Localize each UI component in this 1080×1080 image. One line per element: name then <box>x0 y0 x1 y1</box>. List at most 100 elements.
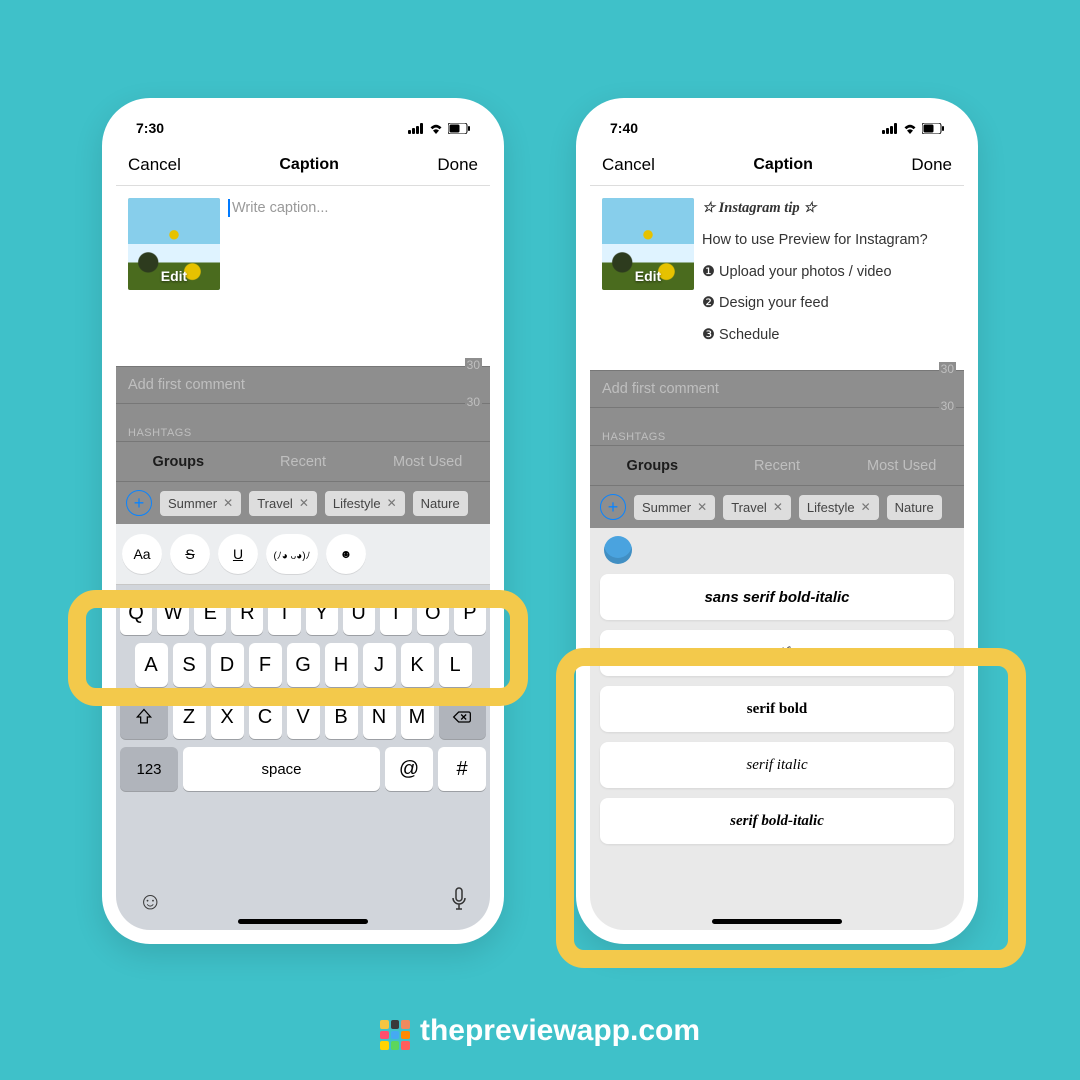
caption-step-3: ❸ Schedule <box>702 325 952 347</box>
add-tag-button[interactable]: + <box>600 494 626 520</box>
comment-char-count: 30 <box>939 399 956 413</box>
first-comment-placeholder: Add first comment <box>602 381 719 397</box>
cancel-button[interactable]: Cancel <box>128 155 181 175</box>
close-icon[interactable]: ✕ <box>861 500 871 514</box>
tab-groups[interactable]: Groups <box>590 458 715 474</box>
key-i[interactable]: I <box>380 591 412 635</box>
key-w[interactable]: W <box>157 591 189 635</box>
key-t[interactable]: T <box>268 591 300 635</box>
key-u[interactable]: U <box>343 591 375 635</box>
dictation-icon[interactable] <box>450 887 468 916</box>
key-d[interactable]: D <box>211 643 244 687</box>
status-bar: 7:40 <box>590 112 964 144</box>
nav-bar: Cancel Caption Done <box>590 144 964 186</box>
shift-key[interactable] <box>120 695 168 739</box>
tab-recent[interactable]: Recent <box>241 454 366 470</box>
status-time: 7:40 <box>610 120 638 136</box>
key-g[interactable]: G <box>287 643 320 687</box>
hash-key[interactable]: # <box>438 747 486 791</box>
font-option-fo-serif-b[interactable]: serif bold <box>600 686 954 732</box>
tab-groups[interactable]: Groups <box>116 454 241 470</box>
emoji-button[interactable]: ☻ <box>326 534 366 574</box>
close-icon[interactable]: ✕ <box>697 500 707 514</box>
thumb-edit-label: Edit <box>128 268 220 284</box>
key-o[interactable]: O <box>417 591 449 635</box>
caption-input[interactable]: ☆ Instagram tip ☆ How to use Preview for… <box>702 198 952 358</box>
tab-most-used[interactable]: Most Used <box>365 454 490 470</box>
font-option-fo-serif[interactable]: serif <box>600 630 954 676</box>
key-p[interactable]: P <box>454 591 486 635</box>
close-icon[interactable]: ✕ <box>299 496 309 510</box>
first-comment-placeholder: Add first comment <box>128 377 245 393</box>
key-e[interactable]: E <box>194 591 226 635</box>
key-x[interactable]: X <box>211 695 244 739</box>
phone-right: 7:40 Cancel Caption Done Edit ☆ Instagra… <box>576 98 978 944</box>
font-option-fo-sans-bi[interactable]: sans serif bold-italic <box>600 574 954 620</box>
tag-summer[interactable]: Summer✕ <box>160 491 241 516</box>
close-icon[interactable]: ✕ <box>387 496 397 510</box>
key-k[interactable]: K <box>401 643 434 687</box>
tag-lifestyle[interactable]: Lifestyle✕ <box>325 491 405 516</box>
underline-button[interactable]: U <box>218 534 258 574</box>
key-v[interactable]: V <box>287 695 320 739</box>
caption-placeholder: Write caption... <box>232 200 328 216</box>
key-s[interactable]: S <box>173 643 206 687</box>
at-key[interactable]: @ <box>385 747 433 791</box>
key-a[interactable]: A <box>135 643 168 687</box>
tab-most-used[interactable]: Most Used <box>839 458 964 474</box>
tab-recent[interactable]: Recent <box>715 458 840 474</box>
post-thumbnail[interactable]: Edit <box>602 198 694 290</box>
battery-icon <box>448 123 470 134</box>
key-j[interactable]: J <box>363 643 396 687</box>
tags-row: + Summer✕ Travel✕ Lifestyle✕ Nature <box>116 481 490 524</box>
signal-icon <box>882 123 898 134</box>
kaomoji-button[interactable]: (ﾉ◕ ᴗ◕)ﾉ <box>266 534 318 574</box>
hashtag-tabs: Groups Recent Most Used <box>590 445 964 485</box>
key-y[interactable]: Y <box>306 591 338 635</box>
key-c[interactable]: C <box>249 695 282 739</box>
close-icon[interactable]: ✕ <box>223 496 233 510</box>
tag-summer[interactable]: Summer✕ <box>634 495 715 520</box>
tag-nature[interactable]: Nature <box>887 495 942 520</box>
font-style-button[interactable]: Aa <box>122 534 162 574</box>
strikethrough-button[interactable]: S <box>170 534 210 574</box>
cancel-button[interactable]: Cancel <box>602 155 655 175</box>
footer: thepreviewapp.com <box>0 1014 1080 1048</box>
tag-lifestyle[interactable]: Lifestyle✕ <box>799 495 879 520</box>
caption-input[interactable]: Write caption... <box>228 198 478 354</box>
hashtag-tabs: Groups Recent Most Used <box>116 441 490 481</box>
key-m[interactable]: M <box>401 695 434 739</box>
keyboard-area: Aa S U (ﾉ◕ ᴗ◕)ﾉ ☻ QWERTYUIOP ASDFGHJKL Z… <box>116 524 490 930</box>
preview-logo-icon <box>380 1020 410 1050</box>
key-n[interactable]: N <box>363 695 396 739</box>
key-l[interactable]: L <box>439 643 472 687</box>
caption-question: How to use Preview for Instagram? <box>702 230 952 252</box>
keyboard[interactable]: QWERTYUIOP ASDFGHJKL ZXCVBNM 123 space @… <box>116 585 490 879</box>
key-r[interactable]: R <box>231 591 263 635</box>
first-comment-input[interactable]: 30 Add first comment <box>116 366 490 403</box>
font-picker: sans serif bold-italic serif serif bold ser… <box>590 528 964 930</box>
close-icon[interactable]: ✕ <box>773 500 783 514</box>
numbers-key[interactable]: 123 <box>120 747 178 791</box>
tag-nature[interactable]: Nature <box>413 491 468 516</box>
first-comment-input[interactable]: 30 Add first comment <box>590 370 964 407</box>
post-thumbnail[interactable]: Edit <box>128 198 220 290</box>
key-q[interactable]: Q <box>120 591 152 635</box>
font-option-fo-serif-bi[interactable]: serif bold-italic <box>600 798 954 844</box>
space-key[interactable]: space <box>183 747 380 791</box>
key-z[interactable]: Z <box>173 695 206 739</box>
home-indicator <box>712 919 842 924</box>
tag-travel[interactable]: Travel✕ <box>723 495 791 520</box>
gray-spacer: 30 <box>590 407 964 425</box>
font-option-fo-serif-i[interactable]: serif italic <box>600 742 954 788</box>
add-tag-button[interactable]: + <box>126 490 152 516</box>
done-button[interactable]: Done <box>911 155 952 175</box>
emoji-keyboard-icon[interactable]: ☺ <box>138 888 163 916</box>
done-button[interactable]: Done <box>437 155 478 175</box>
signal-icon <box>408 123 424 134</box>
key-f[interactable]: F <box>249 643 282 687</box>
backspace-key[interactable] <box>439 695 487 739</box>
key-b[interactable]: B <box>325 695 358 739</box>
key-h[interactable]: H <box>325 643 358 687</box>
tag-travel[interactable]: Travel✕ <box>249 491 317 516</box>
